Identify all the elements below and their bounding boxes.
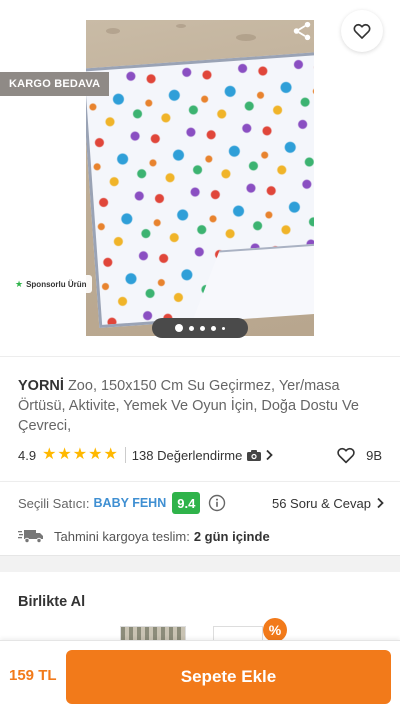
star-icon: ★ [103, 446, 118, 463]
product-photo[interactable] [86, 20, 314, 336]
blanket-print [86, 51, 314, 329]
chevron-right-icon [377, 497, 384, 509]
delivery-label: Tahmini kargoya teslim: [54, 528, 190, 544]
pagination-dot-1[interactable] [175, 324, 183, 332]
price: 159 TL [9, 667, 57, 684]
star-icon: ★ [88, 446, 103, 463]
back-button[interactable] [12, 14, 52, 48]
rating-value: 4.9 [18, 447, 37, 463]
camera-icon [246, 449, 262, 462]
brand-name[interactable]: YORNİ [18, 378, 64, 394]
bought-together-section: Birlikte Al % [0, 572, 400, 640]
seller-label: Seçili Satıcı: [18, 495, 90, 511]
delivery-estimate: Tahmini kargoya teslim: 2 gün içinde [18, 525, 270, 547]
star-icon: ★ [15, 278, 24, 289]
product-title: YORNİ Zoo, 150x150 Cm Su Geçirmez, Yer/m… [18, 376, 390, 436]
star-icon: ★ [57, 446, 72, 463]
truck-icon [18, 528, 44, 544]
divider [124, 447, 126, 463]
section-separator [0, 556, 400, 572]
pagination-dot-4[interactable] [211, 325, 216, 331]
product-image-gallery[interactable]: KARGO BEDAVA ★ Sponsorlu Ürün [0, 0, 400, 355]
image-pagination-dots[interactable] [152, 318, 248, 338]
bundle-product-thumbnail[interactable] [120, 626, 186, 640]
heart-outline-icon [353, 23, 371, 39]
share-button[interactable] [285, 14, 319, 48]
bundle-product-thumbnail[interactable] [213, 626, 263, 640]
pagination-dot-3[interactable] [200, 325, 205, 331]
reviews-link[interactable]: 138 Değerlendirme [132, 448, 243, 463]
favorite-button[interactable] [341, 10, 383, 52]
info-icon[interactable] [208, 494, 226, 512]
seller-section: Seçili Satıcı: BABY FEHN 9.4 56 Soru & C… [0, 481, 400, 556]
rating-stars: ★ ★ ★ ★ ★ [42, 447, 118, 463]
back-arrow-icon [23, 23, 41, 39]
favorites-count[interactable]: 9B [336, 446, 382, 464]
sponsored-badge: ★ Sponsorlu Ürün [10, 275, 92, 293]
discount-badge: % [263, 618, 287, 640]
free-shipping-badge: KARGO BEDAVA [0, 72, 110, 96]
heart-outline-icon [337, 447, 355, 464]
likes-value: 9B [366, 447, 382, 463]
qa-label: 56 Soru & Cevap [271, 495, 371, 511]
sponsored-label: Sponsorlu Ürün [26, 279, 87, 289]
star-icon: ★ [72, 446, 88, 463]
product-info: YORNİ Zoo, 150x150 Cm Su Geçirmez, Yer/m… [0, 356, 400, 481]
questions-answers-link[interactable]: 56 Soru & Cevap [272, 496, 384, 511]
delivery-time: 2 gün içinde [193, 528, 270, 544]
product-name: Zoo, 150x150 Cm Su Geçirmez, Yer/masa Ör… [18, 378, 359, 434]
star-icon: ★ [42, 446, 57, 463]
rating-row: 4.9 ★ ★ ★ ★ ★ 138 Değerlendirme 9B [18, 445, 382, 465]
chevron-right-icon [265, 449, 274, 461]
pagination-dot-2[interactable] [189, 325, 194, 331]
bought-together-title: Birlikte Al [18, 594, 86, 610]
pagination-dot-5[interactable] [222, 326, 225, 330]
seller-name-link[interactable]: BABY FEHN [94, 496, 167, 510]
share-icon [293, 21, 311, 41]
add-to-cart-button[interactable]: Sepete Ekle [66, 650, 391, 704]
seller-row: Seçili Satıcı: BABY FEHN 9.4 56 Soru & C… [18, 491, 384, 515]
seller-score-badge: 9.4 [172, 492, 201, 514]
bottom-purchase-bar: 159 TL Sepete Ekle [0, 640, 400, 711]
